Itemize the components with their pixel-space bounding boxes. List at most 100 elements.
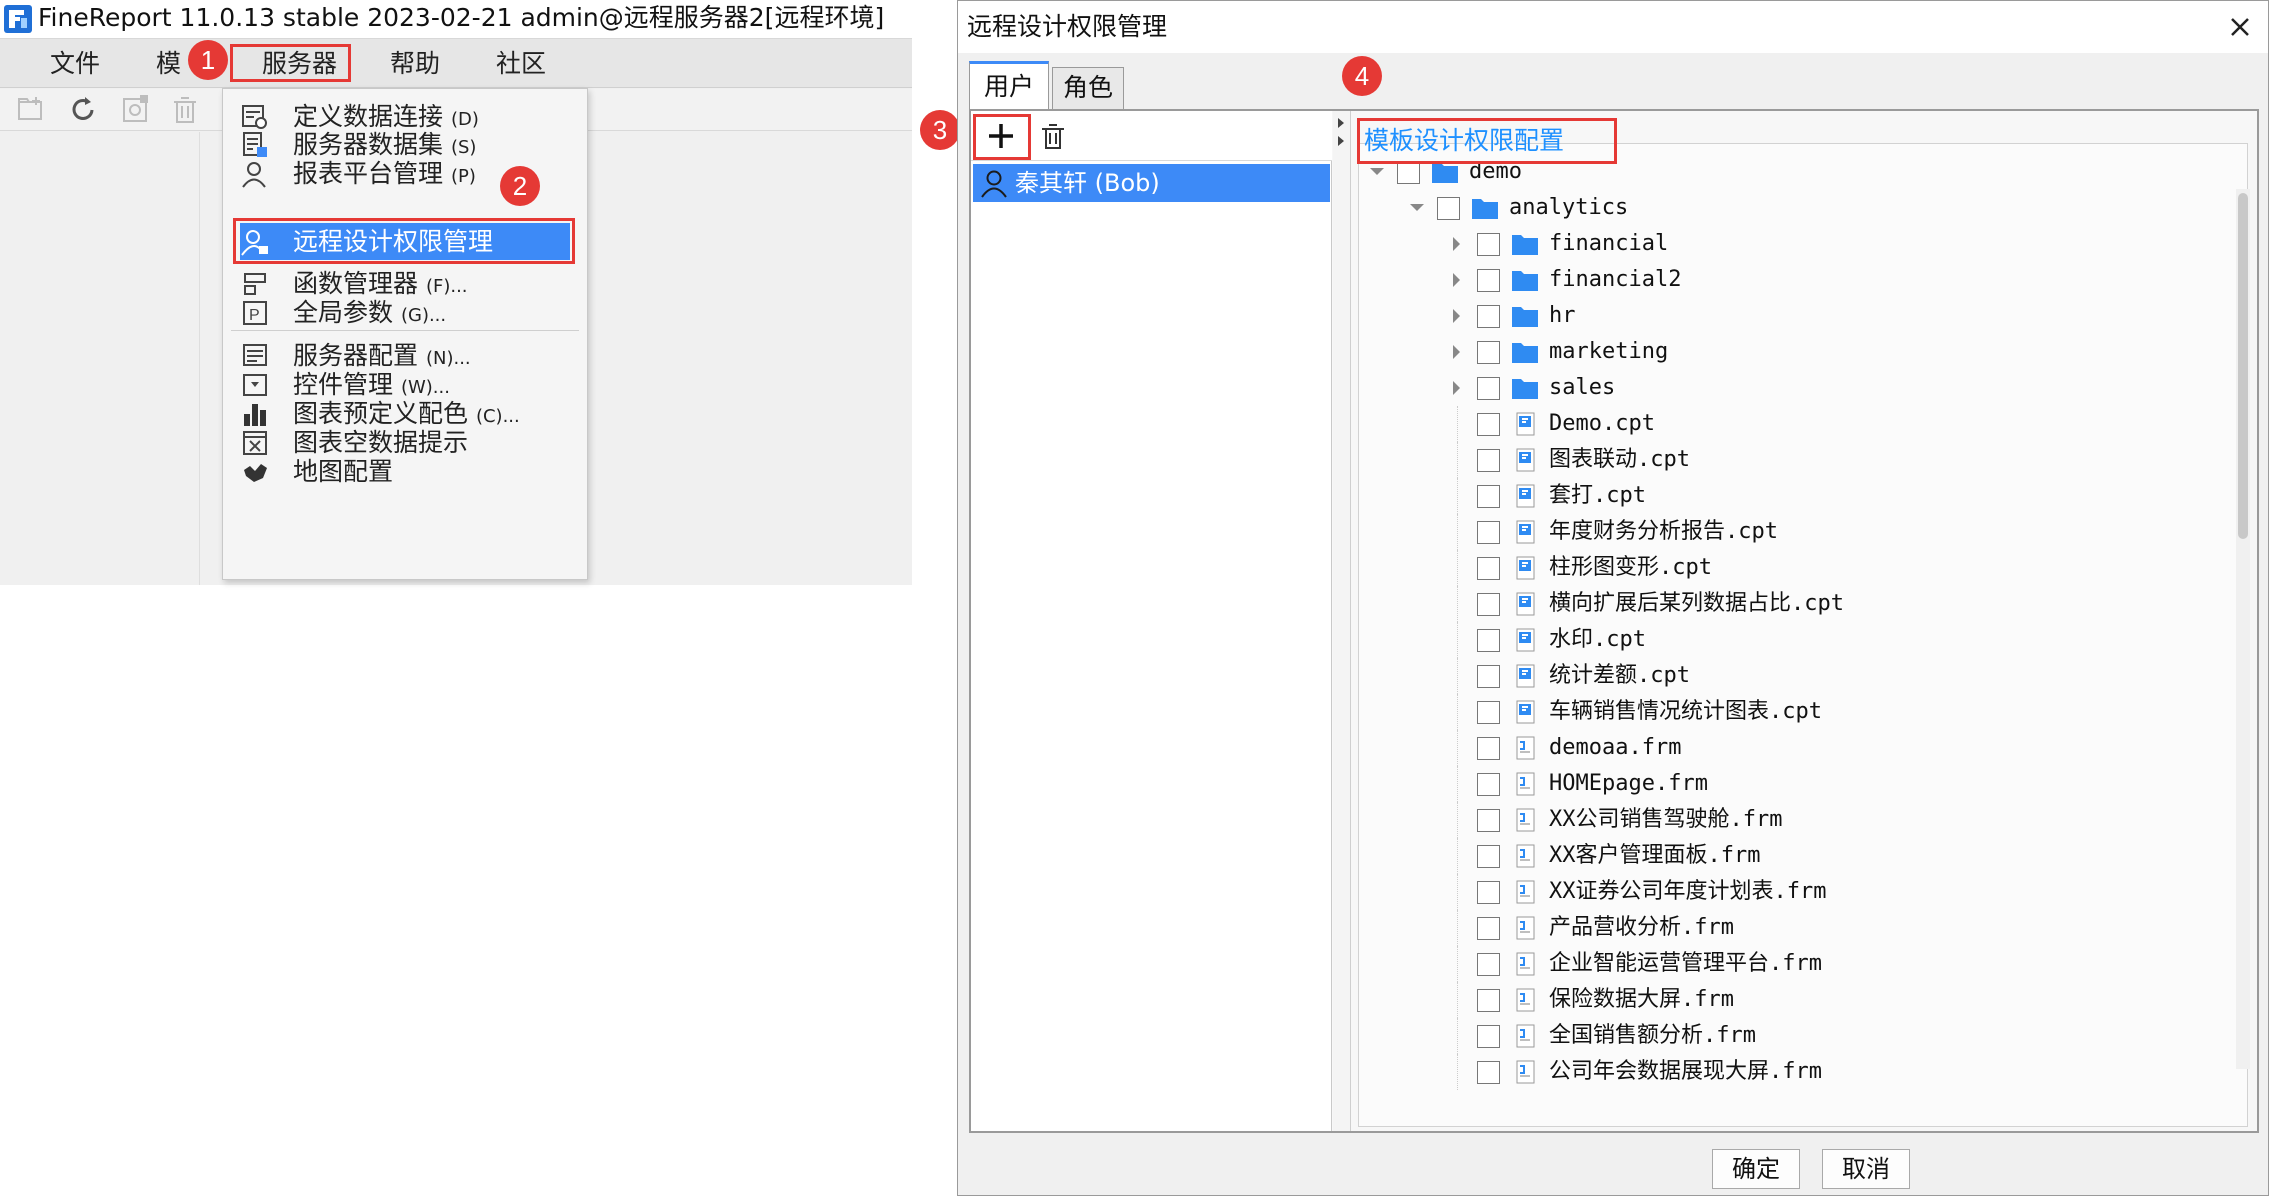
scrollbar-thumb[interactable] <box>2238 193 2248 539</box>
permission-checkbox[interactable] <box>1477 845 1500 868</box>
tree-file-row[interactable]: 车辆销售情况统计图表.cpt <box>1359 694 2219 730</box>
tree-file-row[interactable]: 横向扩展后某列数据占比.cpt <box>1359 586 2219 622</box>
permission-checkbox[interactable] <box>1477 233 1500 256</box>
permission-checkbox[interactable] <box>1477 773 1500 796</box>
menu-help[interactable]: 帮助 <box>390 39 440 89</box>
tree-file-row[interactable]: XX公司销售驾驶舱.frm <box>1359 802 2219 838</box>
user-list-item[interactable]: 秦其轩 (Bob) <box>973 164 1330 202</box>
tree-scrollbar[interactable] <box>2236 189 2250 1069</box>
cpt-file-icon <box>1516 700 1535 724</box>
cpt-file-icon <box>1516 664 1535 688</box>
menu-item-map-config[interactable]: 地图配置 <box>223 451 587 493</box>
tree-file-row[interactable]: 套打.cpt <box>1359 478 2219 514</box>
remote-permission-dialog: 远程设计权限管理 用户 角色 4 秦其轩 (Bob) demo analytic… <box>957 0 2269 1196</box>
permission-checkbox[interactable] <box>1477 737 1500 760</box>
remote-permission-highlight-box <box>233 218 575 264</box>
tree-file-row[interactable]: 年度财务分析报告.cpt <box>1359 514 2219 550</box>
tree-file-row[interactable]: 全国销售额分析.frm <box>1359 1018 2219 1054</box>
permission-checkbox[interactable] <box>1477 269 1500 292</box>
permission-checkbox[interactable] <box>1477 305 1500 328</box>
tree-file-row[interactable]: 柱形图变形.cpt <box>1359 550 2219 586</box>
tree-guide-line <box>1457 802 1458 838</box>
permission-checkbox[interactable] <box>1477 1061 1500 1084</box>
frm-file-icon <box>1516 736 1535 760</box>
frm-file-icon <box>1516 988 1535 1012</box>
tree-item-label: 公司年会数据展现大屏.frm <box>1549 1059 1822 1084</box>
template-tree: demo analytics financial financial2 hr market… <box>1358 143 2250 1127</box>
expand-closed-icon[interactable] <box>1447 232 1467 256</box>
menu-community[interactable]: 社区 <box>496 39 546 89</box>
ok-button[interactable]: 确定 <box>1712 1149 1800 1189</box>
permission-checkbox[interactable] <box>1477 413 1500 436</box>
cancel-button[interactable]: 取消 <box>1822 1149 1910 1189</box>
tree-file-row[interactable]: HOMEpage.frm <box>1359 766 2219 802</box>
menu-item-global-params[interactable]: P 全局参数 (G)... <box>223 292 587 334</box>
tree-item-label: sales <box>1549 375 1616 400</box>
permission-checkbox[interactable] <box>1477 665 1500 688</box>
cpt-file-icon <box>1516 484 1535 508</box>
settings-icon[interactable] <box>118 93 152 127</box>
permission-checkbox[interactable] <box>1477 557 1500 580</box>
permission-checkbox[interactable] <box>1477 593 1500 616</box>
tab-user[interactable]: 用户 <box>969 61 1049 111</box>
permission-checkbox[interactable] <box>1477 809 1500 832</box>
expand-closed-icon[interactable] <box>1447 376 1467 400</box>
menu-template[interactable]: 模板 <box>156 39 192 89</box>
tree-item-label: financial2 <box>1549 267 1682 292</box>
folder-icon <box>1472 199 1498 219</box>
tree-file-row[interactable]: 统计差额.cpt <box>1359 658 2219 694</box>
splitter-arrows-icon[interactable] <box>1335 115 1347 149</box>
tree-item-label: 产品营收分析.frm <box>1549 915 1734 940</box>
permission-checkbox[interactable] <box>1437 197 1460 220</box>
permission-checkbox[interactable] <box>1477 341 1500 364</box>
permission-checkbox[interactable] <box>1477 521 1500 544</box>
permission-checkbox[interactable] <box>1477 449 1500 472</box>
permission-checkbox[interactable] <box>1397 161 1420 184</box>
permission-checkbox[interactable] <box>1477 881 1500 904</box>
tree-rows: demo analytics financial financial2 hr market… <box>1359 144 2229 1124</box>
tree-file-row[interactable]: Demo.cpt <box>1359 406 2219 442</box>
expand-closed-icon[interactable] <box>1447 268 1467 292</box>
permission-checkbox[interactable] <box>1477 989 1500 1012</box>
tree-folder-row[interactable]: marketing <box>1359 334 2219 370</box>
delete-icon[interactable] <box>168 93 202 127</box>
panel-splitter[interactable] <box>1333 111 1351 1131</box>
permission-checkbox[interactable] <box>1477 377 1500 400</box>
permission-checkbox[interactable] <box>1477 917 1500 940</box>
tree-folder-row[interactable]: financial <box>1359 226 2219 262</box>
tree-item-label: demoaa.frm <box>1549 735 1682 760</box>
tree-file-row[interactable]: 水印.cpt <box>1359 622 2219 658</box>
tree-file-row[interactable]: XX客户管理面板.frm <box>1359 838 2219 874</box>
tree-file-row[interactable]: 保险数据大屏.frm <box>1359 982 2219 1018</box>
tree-item-label: XX客户管理面板.frm <box>1549 843 1761 868</box>
permission-checkbox[interactable] <box>1477 485 1500 508</box>
expand-open-icon[interactable] <box>1407 196 1427 220</box>
close-icon[interactable] <box>2220 7 2260 47</box>
tree-file-row[interactable]: 企业智能运营管理平台.frm <box>1359 946 2219 982</box>
expand-closed-icon[interactable] <box>1447 304 1467 328</box>
trash-icon[interactable] <box>1037 120 1069 152</box>
tree-guide-line <box>1457 874 1458 910</box>
tree-folder-row[interactable]: analytics <box>1359 190 2219 226</box>
permission-checkbox[interactable] <box>1477 701 1500 724</box>
menu-file[interactable]: 文件 <box>50 39 100 89</box>
tree-folder-row[interactable]: hr <box>1359 298 2219 334</box>
cpt-file-icon <box>1516 556 1535 580</box>
new-folder-icon[interactable] <box>14 93 48 127</box>
tree-file-row[interactable]: demoaa.frm <box>1359 730 2219 766</box>
expand-closed-icon[interactable] <box>1447 340 1467 364</box>
permission-checkbox[interactable] <box>1477 1025 1500 1048</box>
tree-item-label: 横向扩展后某列数据占比.cpt <box>1549 591 1844 616</box>
refresh-icon[interactable] <box>66 93 100 127</box>
template-pane <box>0 132 200 585</box>
tree-file-row[interactable]: 产品营收分析.frm <box>1359 910 2219 946</box>
tree-file-row[interactable]: XX证券公司年度计划表.frm <box>1359 874 2219 910</box>
tree-file-row[interactable]: 公司年会数据展现大屏.frm <box>1359 1054 2219 1090</box>
permission-checkbox[interactable] <box>1477 953 1500 976</box>
tree-file-row[interactable]: 图表联动.cpt <box>1359 442 2219 478</box>
tree-folder-row[interactable]: sales <box>1359 370 2219 406</box>
folder-icon <box>1512 307 1538 327</box>
tree-folder-row[interactable]: financial2 <box>1359 262 2219 298</box>
permission-checkbox[interactable] <box>1477 629 1500 652</box>
tab-role[interactable]: 角色 <box>1052 67 1124 109</box>
